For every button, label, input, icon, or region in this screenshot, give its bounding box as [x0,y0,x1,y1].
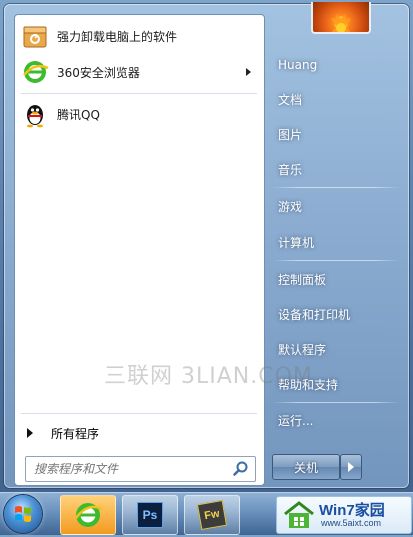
documents-link[interactable]: 文档 [270,85,404,113]
right-divider [272,187,400,188]
submenu-arrow-icon[interactable] [246,68,251,76]
right-item-label: 计算机 [278,235,315,250]
expand-arrow-icon [27,428,33,438]
games-link[interactable]: 游戏 [270,192,404,220]
music-link[interactable]: 音乐 [270,155,404,183]
control-panel-link[interactable]: 控制面板 [270,265,404,293]
search-icon[interactable] [231,459,251,479]
taskbar-360-browser[interactable] [60,495,116,535]
search-input[interactable] [26,458,231,480]
right-item-label: 图片 [278,127,303,142]
all-programs-button[interactable]: 所有程序 [21,420,257,446]
house-icon [284,501,314,528]
right-divider [272,402,400,403]
taskbar-fireworks[interactable]: Fw [184,495,240,535]
pinned-item-label: 强力卸载电脑上的软件 [57,29,178,44]
pinned-item-uninstall[interactable]: 强力卸载电脑上的软件 [21,19,257,53]
logo-title: Win7家园 [319,502,385,519]
recent-item-label: 腾讯QQ [57,107,100,122]
fireworks-label: Fw [203,507,221,523]
all-programs-divider [21,413,257,414]
all-programs-label: 所有程序 [51,426,100,441]
right-item-label: 设备和打印机 [278,307,351,322]
site-logo: Win7家园 www.5aixt.com [276,496,412,534]
right-item-label: 默认程序 [278,342,327,357]
photoshop-label: Ps [142,508,158,522]
360-browser-icon [21,58,49,86]
devices-printers-link[interactable]: 设备和打印机 [270,300,404,328]
start-menu: 强力卸载电脑上的软件 360安全浏览器 腾讯QQ 所有程序 搜索程序和文件 Hu… [4,2,409,488]
qq-penguin-icon [21,100,49,128]
pinned-item-label: 360安全浏览器 [57,65,140,80]
shutdown-button[interactable]: 关机 [272,454,340,480]
right-divider [272,260,400,261]
programs-pane: 强力卸载电脑上的软件 360安全浏览器 腾讯QQ 所有程序 搜索程序和文件 [14,14,265,486]
computer-link[interactable]: 计算机 [270,228,404,256]
right-item-label: 文档 [278,92,303,107]
watermark-text: 三联网 3LIAN.COM [104,364,313,389]
shutdown-label: 关机 [293,460,318,475]
start-button[interactable] [4,495,42,533]
run-link[interactable]: 运行... [270,406,404,434]
right-item-label: 控制面板 [278,272,327,287]
pinned-divider [21,93,257,94]
photoshop-icon: Ps [137,502,163,528]
uninstall-box-icon [21,22,49,50]
right-item-label: 音乐 [278,162,303,177]
pinned-item-360-browser[interactable]: 360安全浏览器 [21,55,257,89]
pictures-link[interactable]: 图片 [270,120,404,148]
user-avatar[interactable] [311,2,371,34]
recent-item-qq[interactable]: 腾讯QQ [21,97,257,131]
taskbar-photoshop[interactable]: Ps [122,495,178,535]
user-name-link[interactable]: Huang [270,51,404,79]
right-item-label: 游戏 [278,199,303,214]
fireworks-icon: Fw [196,499,228,531]
right-item-label: 运行... [278,413,314,428]
windows-logo-icon [15,506,31,522]
logo-url: www.5aixt.com [321,518,382,528]
shutdown-options-button[interactable] [340,454,362,480]
right-item-label: Huang [278,58,318,72]
360-browser-icon [75,503,103,527]
search-box[interactable] [25,456,256,482]
